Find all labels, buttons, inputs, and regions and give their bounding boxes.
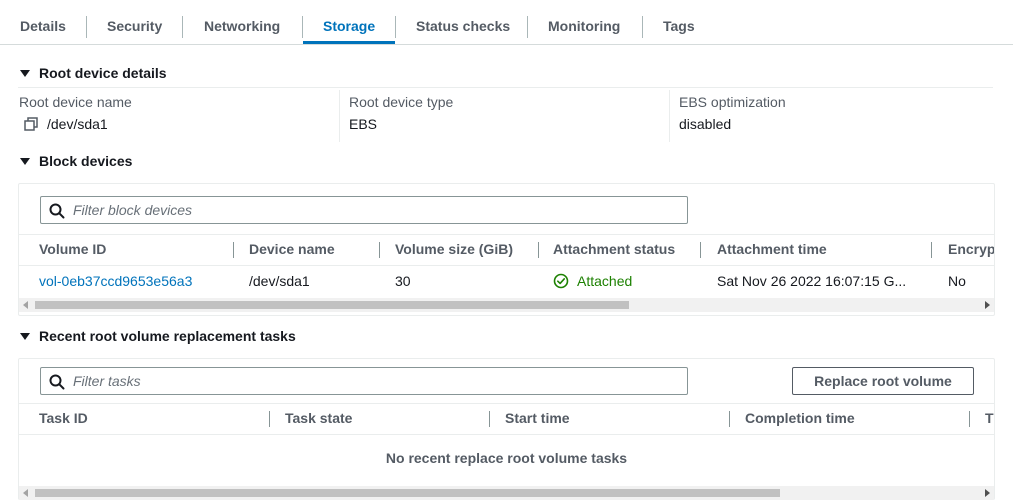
column-header-attachment-status[interactable]: Attachment status: [553, 241, 675, 257]
table-divider: [19, 434, 994, 435]
root-device-details-toggle[interactable]: Root device details: [20, 63, 167, 83]
column-resizer[interactable]: [729, 411, 730, 427]
column-resizer[interactable]: [489, 411, 490, 427]
search-icon: [49, 203, 65, 219]
scrollbar-thumb[interactable]: [35, 489, 780, 497]
column-header-start-time[interactable]: Start time: [505, 410, 570, 426]
column-resizer[interactable]: [700, 242, 701, 258]
tab-divider: [527, 16, 528, 38]
active-tab-indicator: [303, 41, 395, 44]
tab-storage[interactable]: Storage: [323, 8, 375, 44]
tab-networking[interactable]: Networking: [204, 8, 280, 44]
horizontal-scrollbar[interactable]: [19, 486, 994, 500]
scroll-left-icon[interactable]: [23, 489, 28, 497]
empty-state-message: No recent replace root volume tasks: [385, 450, 628, 466]
check-circle-icon: [553, 273, 569, 289]
column-resizer[interactable]: [538, 242, 539, 258]
section-title: Block devices: [39, 153, 133, 169]
scroll-right-icon[interactable]: [985, 489, 990, 497]
volume-id-link[interactable]: vol-0eb37ccd9653e56a3: [39, 273, 192, 289]
copy-icon[interactable]: [24, 117, 38, 131]
replacement-tasks-panel: Replace root volume Task ID Task state S…: [18, 358, 995, 500]
filter-tasks-field[interactable]: [40, 367, 688, 395]
column-divider: [669, 90, 670, 142]
tab-details[interactable]: Details: [20, 8, 66, 44]
ebs-optimization-value: disabled: [679, 116, 732, 132]
ebs-optimization-label: EBS optimization: [679, 94, 786, 110]
filter-tasks-input[interactable]: [73, 368, 655, 394]
tab-security[interactable]: Security: [107, 8, 162, 44]
column-header-volume-size[interactable]: Volume size (GiB): [395, 241, 513, 257]
device-name-cell: /dev/sda1: [249, 273, 310, 289]
column-resizer[interactable]: [233, 242, 234, 258]
column-header-encrypted[interactable]: Encryp: [948, 241, 994, 257]
attachment-time-cell: Sat Nov 26 2022 16:07:15 G...: [717, 273, 907, 289]
column-header-task-id[interactable]: Task ID: [39, 410, 88, 426]
caret-down-icon: [20, 157, 30, 165]
column-header-truncated[interactable]: T: [985, 410, 994, 426]
tab-divider: [86, 16, 87, 38]
column-resizer[interactable]: [269, 411, 270, 427]
block-devices-toggle[interactable]: Block devices: [20, 151, 132, 171]
section-title: Root device details: [39, 65, 167, 81]
scrollbar-thumb[interactable]: [35, 301, 629, 309]
column-resizer[interactable]: [931, 242, 932, 258]
tab-tags[interactable]: Tags: [663, 8, 695, 44]
search-icon: [49, 374, 65, 390]
column-header-task-state[interactable]: Task state: [285, 410, 352, 426]
filter-block-devices-input[interactable]: [73, 197, 655, 223]
root-device-name-value: /dev/sda1: [47, 116, 108, 132]
replace-root-volume-button[interactable]: Replace root volume: [792, 367, 974, 395]
root-device-name-label: Root device name: [19, 94, 132, 110]
table-divider: [19, 265, 994, 266]
attachment-status-cell: Attached: [553, 273, 632, 289]
column-header-completion-time[interactable]: Completion time: [745, 410, 855, 426]
column-header-attachment-time[interactable]: Attachment time: [717, 241, 827, 257]
section-divider: [18, 87, 993, 88]
encrypted-cell: No: [948, 273, 966, 289]
block-devices-panel: Volume ID Device name Volume size (GiB) …: [18, 183, 995, 316]
filter-block-devices-field[interactable]: [40, 196, 688, 224]
scroll-left-icon[interactable]: [23, 301, 28, 309]
column-resizer[interactable]: [379, 242, 380, 258]
column-resizer[interactable]: [969, 411, 970, 427]
tab-divider: [182, 16, 183, 38]
root-device-type-label: Root device type: [349, 94, 454, 110]
volume-size-cell: 30: [395, 273, 411, 289]
section-title: Recent root volume replacement tasks: [39, 328, 296, 344]
replacement-tasks-toggle[interactable]: Recent root volume replacement tasks: [20, 326, 296, 346]
tab-divider: [302, 16, 303, 38]
caret-down-icon: [20, 332, 30, 340]
column-header-volume-id[interactable]: Volume ID: [39, 241, 106, 257]
tab-monitoring[interactable]: Monitoring: [548, 8, 620, 44]
horizontal-scrollbar[interactable]: [19, 298, 994, 312]
root-device-type-value: EBS: [349, 116, 378, 132]
scroll-right-icon[interactable]: [985, 301, 990, 309]
table-divider: [19, 234, 994, 235]
table-divider: [19, 403, 994, 404]
attachment-status-text: Attached: [577, 273, 633, 289]
tab-divider: [395, 16, 396, 38]
tab-divider: [642, 16, 643, 38]
tab-bar: Details Security Networking Storage Stat…: [0, 8, 1013, 45]
column-header-device-name[interactable]: Device name: [249, 241, 335, 257]
caret-down-icon: [20, 69, 30, 77]
column-divider: [339, 90, 340, 142]
tab-status-checks[interactable]: Status checks: [416, 8, 510, 44]
